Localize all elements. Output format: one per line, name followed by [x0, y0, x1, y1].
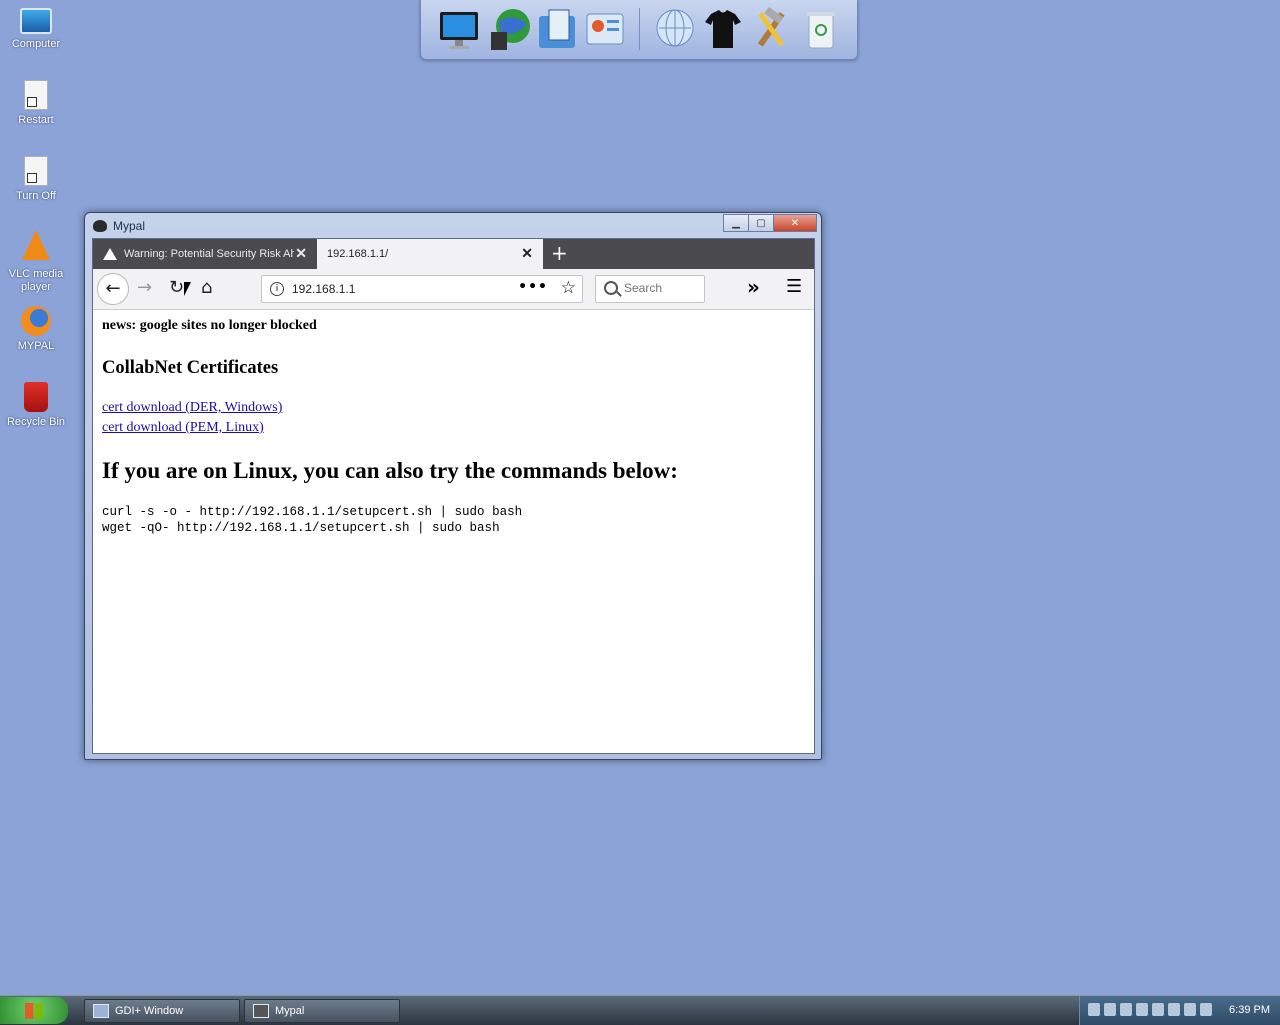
maximize-button[interactable]: ▢: [748, 214, 773, 232]
browser-client-area: Warning: Potential Security Risk Ahead ✕…: [92, 238, 815, 754]
forward-button[interactable]: →: [137, 277, 152, 299]
web-globe-icon[interactable]: [653, 6, 697, 52]
browser-window: Mypal ▁ ▢ ✕ Warning: Potential Security …: [84, 212, 822, 760]
news-line: news: google sites no longer blocked: [102, 318, 317, 333]
home-button[interactable]: ⌂: [201, 277, 212, 299]
tab-192-168-1-1[interactable]: 192.168.1.1/ ✕: [317, 239, 543, 269]
warning-icon: [103, 248, 117, 260]
desktop-icon-label: VLC media player: [8, 268, 64, 293]
minimize-button[interactable]: ▁: [723, 214, 748, 232]
shortcut-doc-icon: [24, 80, 48, 110]
computer-icon: [20, 8, 52, 34]
taskbar-button-label: Mypal: [275, 1005, 305, 1017]
new-tab-button[interactable]: +: [551, 242, 568, 264]
search-icon: [604, 281, 618, 295]
heading-certificates: CollabNet Certificates: [102, 358, 279, 378]
check-icon[interactable]: [1136, 1003, 1148, 1016]
desktop-icon-restart[interactable]: Restart: [4, 80, 68, 127]
clock[interactable]: 6:39 PM: [1229, 1004, 1270, 1016]
shortcut-doc-icon: [24, 156, 48, 186]
control-panel-icon[interactable]: [583, 6, 627, 52]
monitor-icon[interactable]: [437, 6, 481, 52]
desktop-icon-turn-off[interactable]: Turn Off: [4, 156, 68, 203]
desktop-icon-label: Recycle Bin: [6, 416, 66, 428]
close-tab-icon[interactable]: ✕: [521, 245, 533, 262]
desktop-icon-mypal[interactable]: MYPAL: [4, 306, 68, 353]
overflow-chevron-icon[interactable]: »: [747, 275, 760, 299]
tab-bar: Warning: Potential Security Risk Ahead ✕…: [93, 239, 814, 269]
trash-icon[interactable]: [799, 6, 843, 52]
dock: [420, 0, 858, 60]
search-box[interactable]: [595, 275, 705, 303]
navigation-toolbar: ← → ↻ ⌂ i 192.168.1.1 ••• ☆ » ☰: [93, 269, 814, 310]
command-wget: wget -qO- http://192.168.1.1/setupcert.s…: [102, 521, 500, 535]
desktop-icon-computer[interactable]: Computer: [4, 4, 68, 51]
dock-separator: [639, 8, 640, 50]
window-title: Mypal: [113, 219, 146, 233]
command-curl: curl -s -o - http://192.168.1.1/setupcer…: [102, 505, 523, 519]
desktop-icon-label: MYPAL: [17, 340, 55, 352]
hamburger-menu-icon[interactable]: ☰: [786, 276, 802, 297]
app-tray-icon[interactable]: [1184, 1003, 1196, 1016]
info-icon[interactable]: i: [270, 282, 284, 296]
page-actions-icon[interactable]: •••: [518, 279, 548, 295]
mypal-app-icon: [93, 220, 107, 232]
device-icon[interactable]: [1152, 1003, 1164, 1016]
start-button[interactable]: [0, 997, 68, 1024]
window-title-bar[interactable]: Mypal: [93, 217, 145, 235]
desktop-icon-label: Restart: [18, 114, 54, 126]
link-cert-der[interactable]: cert download (DER, Windows): [102, 400, 282, 416]
desktop-icon-label: Computer: [11, 38, 61, 50]
tab-security-warning[interactable]: Warning: Potential Security Risk Ahead ✕: [93, 239, 317, 269]
taskbar-button-gdi-window[interactable]: GDI+ Window: [84, 999, 240, 1023]
bookmark-star-icon[interactable]: ☆: [561, 278, 576, 298]
desktop-icon-recycle-bin[interactable]: Recycle Bin: [4, 382, 68, 429]
tab-label: Warning: Potential Security Risk Ahead: [124, 248, 294, 260]
desktop-icon-vlc[interactable]: VLC media player: [4, 230, 68, 294]
taskbar: GDI+ Window Mypal 6:39 PM: [0, 995, 1280, 1025]
taskbar-button-label: GDI+ Window: [115, 1005, 184, 1017]
link-cert-pem[interactable]: cert download (PEM, Linux): [102, 420, 264, 436]
address-bar[interactable]: i 192.168.1.1 ••• ☆: [261, 275, 583, 303]
page-content: news: google sites no longer blocked Col…: [93, 309, 814, 753]
recycle-bin-icon: [24, 382, 48, 412]
firefox-icon: [21, 306, 51, 336]
taskbar-button-mypal[interactable]: Mypal: [244, 999, 400, 1023]
back-button[interactable]: ←: [97, 273, 129, 305]
tshirt-icon[interactable]: [701, 6, 745, 52]
windows-logo-icon: [25, 1002, 43, 1019]
desktop-icon-label: Turn Off: [16, 190, 56, 202]
url-text: 192.168.1.1: [292, 282, 356, 296]
display-icon[interactable]: [1168, 1003, 1180, 1016]
mypal-app-icon: [253, 1004, 269, 1018]
close-window-button[interactable]: ✕: [773, 214, 817, 232]
system-tray: 6:39 PM: [1079, 996, 1280, 1025]
heading-linux: If you are on Linux, you can also try th…: [102, 458, 678, 483]
tools-icon[interactable]: [749, 6, 793, 52]
documents-icon[interactable]: [535, 6, 579, 52]
vlc-icon: [22, 230, 50, 260]
security-shield-icon[interactable]: [1088, 1003, 1100, 1016]
tools-tray-icon[interactable]: [1120, 1003, 1132, 1016]
window-icon: [93, 1004, 109, 1018]
settings-tray-icon[interactable]: [1200, 1003, 1212, 1016]
reload-button[interactable]: ↻: [169, 277, 184, 299]
close-tab-icon[interactable]: ✕: [295, 245, 307, 262]
network-globe-icon[interactable]: [487, 6, 531, 52]
mouse-cursor: [184, 282, 191, 296]
network-icon[interactable]: [1104, 1003, 1116, 1016]
search-input[interactable]: [624, 281, 700, 295]
tab-label: 192.168.1.1/: [327, 248, 389, 260]
